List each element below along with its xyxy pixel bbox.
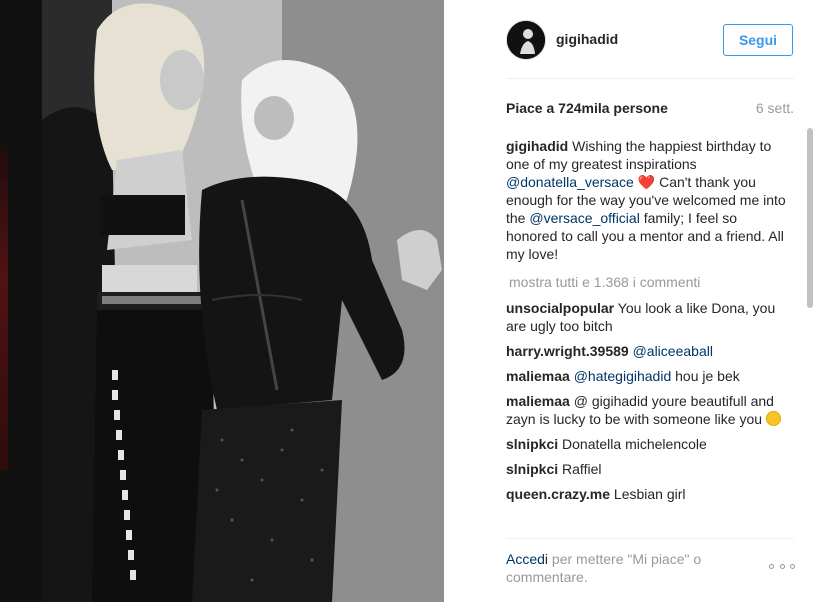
likes-count[interactable]: Piace a 724mila persone bbox=[506, 100, 668, 116]
post-timestamp[interactable]: 6 sett. bbox=[756, 100, 794, 116]
photo-illustration bbox=[42, 0, 444, 602]
comment-username[interactable]: queen.crazy.me bbox=[506, 486, 610, 502]
footer-divider bbox=[506, 538, 794, 539]
comment-text: Raffiel bbox=[562, 461, 602, 477]
caption-mention-versace[interactable]: @versace_official bbox=[529, 210, 639, 226]
comment-item: unsocialpopular You look a like Dona, yo… bbox=[506, 299, 791, 335]
post-header: gigihadid Segui bbox=[444, 0, 819, 78]
more-options-icon[interactable] bbox=[769, 560, 795, 572]
comment-mention[interactable]: @aliceeaball bbox=[633, 343, 713, 359]
comment-item: slnipkci Donatella michelencole bbox=[506, 435, 791, 453]
login-prompt: Accedi per mettere "Mi piace" o commenta… bbox=[506, 550, 736, 586]
heart-icon: ❤️ bbox=[637, 174, 656, 190]
comments-list: gigihadid Wishing the happiest birthday … bbox=[506, 137, 791, 537]
comment-text: Lesbian girl bbox=[613, 486, 686, 502]
avatar[interactable] bbox=[506, 20, 546, 60]
comments-scrollbar[interactable] bbox=[807, 128, 813, 528]
post-side-panel: gigihadid Segui Piace a 724mila persone … bbox=[444, 0, 819, 602]
background-strip bbox=[0, 0, 42, 602]
follow-button[interactable]: Segui bbox=[723, 24, 793, 56]
comment-username[interactable]: maliemaa bbox=[506, 393, 570, 409]
comment-username[interactable]: slnipkci bbox=[506, 461, 558, 477]
comment-item: slnipkci Raffiel bbox=[506, 460, 791, 478]
header-divider bbox=[506, 78, 794, 79]
comment-text: hou je bek bbox=[675, 368, 740, 384]
avatar-image-icon bbox=[507, 21, 545, 59]
comment-item: queen.crazy.me Lesbian girl bbox=[506, 485, 791, 503]
comment-text: Donatella michelencole bbox=[562, 436, 707, 452]
comment-item: maliemaa @ gigihadid youre beautifull an… bbox=[506, 392, 791, 428]
scrollbar-thumb[interactable] bbox=[807, 128, 813, 308]
header-username[interactable]: gigihadid bbox=[556, 31, 618, 47]
comment-username[interactable]: harry.wright.39589 bbox=[506, 343, 629, 359]
comment-username[interactable]: unsocialpopular bbox=[506, 300, 614, 316]
comment-item: maliemaa @hategigihadid hou je bek bbox=[506, 367, 791, 385]
comment-item: harry.wright.39589 @aliceeaball bbox=[506, 342, 791, 360]
smile-emoji-icon bbox=[765, 411, 781, 426]
comment-mention[interactable]: @hategigihadid bbox=[574, 368, 672, 384]
comment-username[interactable]: slnipkci bbox=[506, 436, 558, 452]
login-link[interactable]: Accedi bbox=[506, 551, 548, 567]
caption-mention-donatella[interactable]: @donatella_versace bbox=[506, 174, 634, 190]
caption-username[interactable]: gigihadid bbox=[506, 138, 568, 154]
likes-row: Piace a 724mila persone 6 sett. bbox=[506, 100, 794, 118]
post-photo[interactable] bbox=[42, 0, 444, 602]
view-all-comments-link[interactable]: mostra tutti e 1.368 i commenti bbox=[509, 273, 700, 291]
caption: gigihadid Wishing the happiest birthday … bbox=[506, 137, 791, 263]
comment-username[interactable]: maliemaa bbox=[506, 368, 570, 384]
